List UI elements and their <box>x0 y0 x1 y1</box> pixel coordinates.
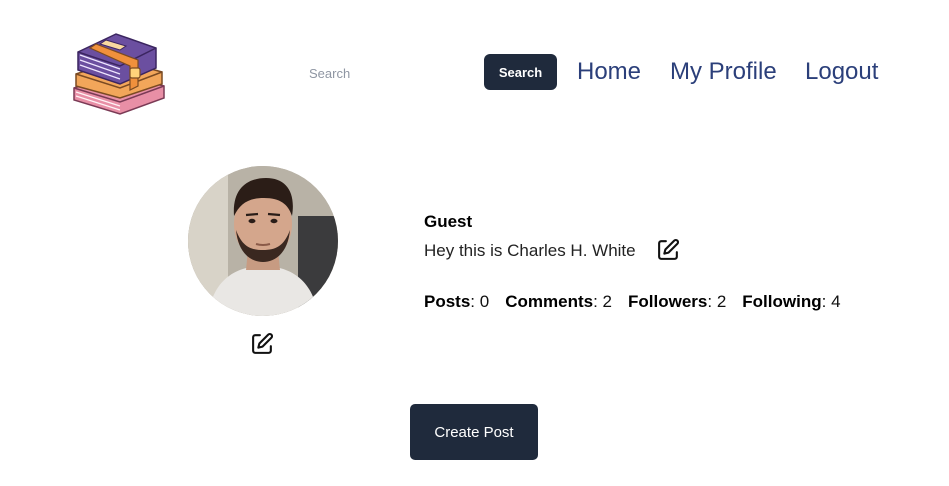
profile-photo <box>188 166 338 316</box>
search-input[interactable] <box>300 58 470 88</box>
stat-followers-label: Followers <box>628 292 708 311</box>
nav-home-link[interactable]: Home <box>577 58 641 86</box>
stat-followers: Followers: 2 <box>628 292 727 311</box>
stat-posts-value: 0 <box>479 292 490 311</box>
nav-my-profile-link[interactable]: My Profile <box>670 58 777 86</box>
book-stack-icon <box>73 33 165 115</box>
avatar <box>188 166 338 316</box>
username: Guest <box>424 212 473 231</box>
stat-followers-value: 2 <box>716 292 727 311</box>
stat-comments-value: 2 <box>602 292 612 311</box>
logo[interactable] <box>68 26 168 118</box>
stat-comments: Comments: 2 <box>505 292 612 311</box>
stat-comments-label: Comments <box>505 292 594 311</box>
nav-logout-link[interactable]: Logout <box>805 58 878 86</box>
profile-stats: Posts: 0 Comments: 2 Followers: 2 Follow… <box>424 292 857 312</box>
edit-avatar-icon[interactable] <box>250 331 275 356</box>
stat-posts-label: Posts <box>424 292 471 311</box>
bio-text: Hey this is Charles H. White <box>424 241 636 260</box>
stat-posts: Posts: 0 <box>424 292 490 311</box>
stat-following-label: Following <box>742 292 822 311</box>
edit-bio-icon[interactable] <box>656 237 681 262</box>
search-button[interactable]: Search <box>484 54 557 90</box>
stat-following-value: 4 <box>831 292 841 311</box>
create-post-button[interactable]: Create Post <box>410 404 538 460</box>
stat-following: Following: 4 <box>742 292 841 311</box>
